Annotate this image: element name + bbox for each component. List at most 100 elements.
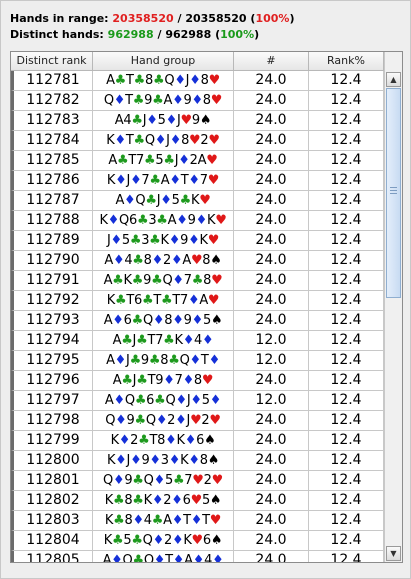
- vertical-scrollbar[interactable]: ▲ ▼: [384, 52, 402, 562]
- cell-rank-pct: 12.4: [309, 311, 384, 331]
- table-row[interactable]: 112800 K♦J♦9♦3♦K♦8♠ 24.0 12.4: [11, 451, 384, 471]
- hands-total-value: 20358520: [185, 12, 247, 25]
- cell-count: 12.0: [234, 331, 309, 351]
- table-row[interactable]: 112785 A♣T7♣5♣J♦2A♥ 24.0 12.4: [11, 151, 384, 171]
- cell-hand-group: A4♣J♦5♦J♥9♠: [93, 111, 234, 131]
- table-row[interactable]: 112786 K♦J♦7♣A♦T♦7♥ 24.0 12.4: [11, 171, 384, 191]
- table-row[interactable]: 112794 A♣J♣T7♣K♦4♦ 12.0 12.4: [11, 331, 384, 351]
- hands-in-range-line: Hands in range: 20358520 / 20358520 (100…: [10, 12, 295, 25]
- table-row[interactable]: 112784 K♦T♣Q♦J♦8♥2♥ 24.0 12.4: [11, 131, 384, 151]
- distinct-hands-line: Distinct hands: 962988 / 962988 (100%): [10, 28, 260, 41]
- cell-hand-group: K♣5♣Q♦2♦K♥6♠: [93, 531, 234, 551]
- cell-rank-pct: 12.4: [309, 131, 384, 151]
- scrollbar-thumb[interactable]: [386, 88, 401, 298]
- cell-rank-pct: 12.4: [309, 551, 384, 562]
- cell-hand-group: K♣T6♣T♣T7♦A♥: [93, 291, 234, 311]
- column-header-hand-group[interactable]: Hand group: [93, 52, 234, 71]
- column-header-distinct-rank[interactable]: Distinct rank: [11, 52, 93, 71]
- table-row[interactable]: 112783 A4♣J♦5♦J♥9♠ 24.0 12.4: [11, 111, 384, 131]
- cell-hand-group: K♣8♣K♦2♦6♥5♠: [93, 491, 234, 511]
- table-row[interactable]: 112791 A♣K♣9♣Q♦7♣8♥ 24.0 12.4: [11, 271, 384, 291]
- cell-rank-pct: 12.4: [309, 251, 384, 271]
- cell-hand-group: K♦J♦9♦3♦K♦8♠: [93, 451, 234, 471]
- table-row[interactable]: 112803 K♣8♦4♣A♦T♦T♥ 24.0 12.4: [11, 511, 384, 531]
- cell-distinct-rank: 112791: [11, 271, 93, 291]
- cell-distinct-rank: 112805: [11, 551, 93, 562]
- cell-hand-group: K♦Q6♣3♣A♦9♦K♥: [93, 211, 234, 231]
- cell-hand-group: A♣J♣T9♦7♦8♥: [93, 371, 234, 391]
- cell-count: 12.0: [234, 351, 309, 371]
- cell-hand-group: A♦Q♣Q♦T♦A♦4♦: [93, 551, 234, 562]
- cell-rank-pct: 12.4: [309, 211, 384, 231]
- table-row[interactable]: 112792 K♣T6♣T♣T7♦A♥ 24.0 12.4: [11, 291, 384, 311]
- table-row[interactable]: 112789 J♦5♣3♣K♦9♦K♥ 24.0 12.4: [11, 231, 384, 251]
- column-header-count[interactable]: #: [234, 52, 309, 71]
- table-row[interactable]: 112788 K♦Q6♣3♣A♦9♦K♥ 24.0 12.4: [11, 211, 384, 231]
- cell-count: 24.0: [234, 451, 309, 471]
- cell-rank-pct: 12.4: [309, 451, 384, 471]
- table-row[interactable]: 112793 A♦6♣Q♦8♦9♦5♠ 24.0 12.4: [11, 311, 384, 331]
- column-header-rank-pct[interactable]: Rank%: [309, 52, 384, 71]
- table-row[interactable]: 112802 K♣8♣K♦2♦6♥5♠ 24.0 12.4: [11, 491, 384, 511]
- cell-rank-pct: 12.4: [309, 111, 384, 131]
- cell-count: 24.0: [234, 431, 309, 451]
- hand-range-panel: Hands in range: 20358520 / 20358520 (100…: [0, 0, 411, 579]
- cell-hand-group: J♦5♣3♣K♦9♦K♥: [93, 231, 234, 251]
- table-row[interactable]: 112795 A♦J♣9♣8♣Q♦T♦ 12.0 12.4: [11, 351, 384, 371]
- cell-distinct-rank: 112804: [11, 531, 93, 551]
- cell-hand-group: A♦Q♣6♣Q♦J♦5♦: [93, 391, 234, 411]
- table-row[interactable]: 112782 Q♦T♣9♣A♦9♦8♥ 24.0 12.4: [11, 91, 384, 111]
- cell-distinct-rank: 112788: [11, 211, 93, 231]
- cell-count: 12.0: [234, 391, 309, 411]
- distinct-total-value: 962988: [165, 28, 212, 41]
- cell-rank-pct: 12.4: [309, 191, 384, 211]
- hands-in-range-value: 20358520: [112, 12, 174, 25]
- cell-hand-group: K♣8♦4♣A♦T♦T♥: [93, 511, 234, 531]
- scroll-up-button[interactable]: ▲: [386, 72, 401, 87]
- cell-distinct-rank: 112801: [11, 471, 93, 491]
- cell-count: 24.0: [234, 171, 309, 191]
- cell-count: 24.0: [234, 291, 309, 311]
- cell-distinct-rank: 112800: [11, 451, 93, 471]
- cell-rank-pct: 12.4: [309, 271, 384, 291]
- cell-distinct-rank: 112797: [11, 391, 93, 411]
- cell-distinct-rank: 112781: [11, 71, 93, 91]
- cell-rank-pct: 12.4: [309, 531, 384, 551]
- cell-count: 24.0: [234, 491, 309, 511]
- scroll-down-button[interactable]: ▼: [386, 546, 401, 561]
- cell-distinct-rank: 112786: [11, 171, 93, 191]
- cell-count: 24.0: [234, 471, 309, 491]
- table-row[interactable]: 112781 A♣T♣8♣Q♦J♦8♥ 24.0 12.4: [11, 71, 384, 91]
- cell-hand-group: K♦T♣Q♦J♦8♥2♥: [93, 131, 234, 151]
- cell-rank-pct: 12.4: [309, 491, 384, 511]
- range-summary: Hands in range: 20358520 / 20358520 (100…: [10, 11, 294, 43]
- cell-count: 24.0: [234, 411, 309, 431]
- table-row[interactable]: 112805 A♦Q♣Q♦T♦A♦4♦ 24.0 12.4: [11, 551, 384, 562]
- cell-distinct-rank: 112790: [11, 251, 93, 271]
- cell-rank-pct: 12.4: [309, 71, 384, 91]
- scrollbar-grip-icon: [390, 187, 397, 188]
- cell-distinct-rank: 112782: [11, 91, 93, 111]
- cell-rank-pct: 12.4: [309, 231, 384, 251]
- table-row[interactable]: 112787 A♦Q♣J♦5♣K♥ 24.0 12.4: [11, 191, 384, 211]
- table-row[interactable]: 112801 Q♦9♣Q♦5♣7♥2♥ 24.0 12.4: [11, 471, 384, 491]
- cell-hand-group: K♦J♦7♣A♦T♦7♥: [93, 171, 234, 191]
- cell-rank-pct: 12.4: [309, 331, 384, 351]
- table-row[interactable]: 112796 A♣J♣T9♦7♦8♥ 24.0 12.4: [11, 371, 384, 391]
- cell-hand-group: Q♦9♣Q♦5♣7♥2♥: [93, 471, 234, 491]
- cell-hand-group: K♦2♣T8♦K♦6♠: [93, 431, 234, 451]
- cell-count: 24.0: [234, 231, 309, 251]
- table-header: Distinct rank Hand group # Rank%: [11, 52, 384, 71]
- table-row[interactable]: 112790 A♦4♣8♦2♦A♥8♠ 24.0 12.4: [11, 251, 384, 271]
- cell-distinct-rank: 112792: [11, 291, 93, 311]
- cell-hand-group: A♦6♣Q♦8♦9♦5♠: [93, 311, 234, 331]
- cell-rank-pct: 12.4: [309, 291, 384, 311]
- cell-count: 24.0: [234, 191, 309, 211]
- table-row[interactable]: 112797 A♦Q♣6♣Q♦J♦5♦ 12.0 12.4: [11, 391, 384, 411]
- cell-count: 24.0: [234, 551, 309, 562]
- cell-rank-pct: 12.4: [309, 431, 384, 451]
- cell-hand-group: A♦4♣8♦2♦A♥8♠: [93, 251, 234, 271]
- table-row[interactable]: 112804 K♣5♣Q♦2♦K♥6♠ 24.0 12.4: [11, 531, 384, 551]
- table-row[interactable]: 112798 Q♦9♣Q♦2♦J♥2♥ 24.0 12.4: [11, 411, 384, 431]
- table-row[interactable]: 112799 K♦2♣T8♦K♦6♠ 24.0 12.4: [11, 431, 384, 451]
